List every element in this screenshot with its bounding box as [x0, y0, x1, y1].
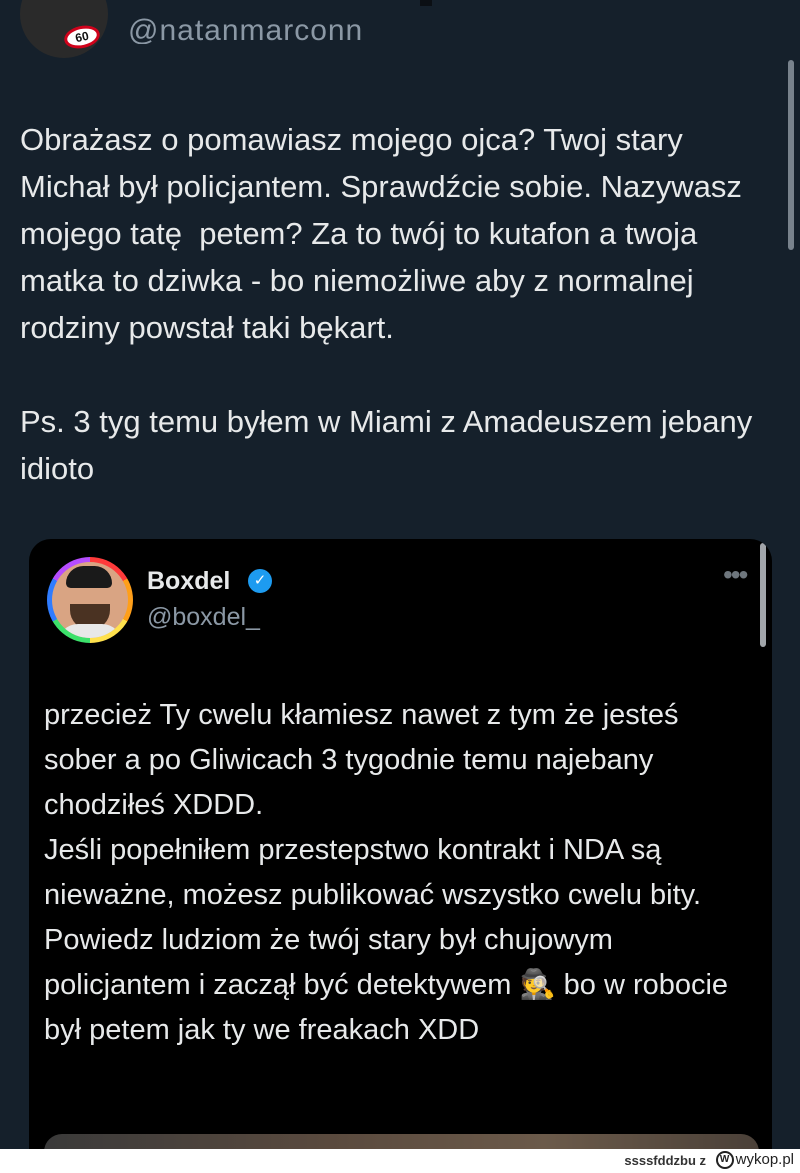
avatar-shirt: [58, 624, 122, 638]
author-handle[interactable]: @natanmarconn: [128, 14, 363, 44]
watermark-user: ssssfddzbu z: [624, 1153, 706, 1168]
main-scrollbar[interactable]: [788, 60, 794, 250]
quoted-tweet-card[interactable]: Boxdel ✓ @boxdel_ ••• przecież Ty cwelu …: [29, 539, 772, 1173]
wykop-logo: Wwykop.pl: [715, 1151, 794, 1170]
quote-scrollbar[interactable]: [760, 543, 766, 647]
more-options-icon[interactable]: •••: [723, 561, 748, 589]
tweet-body-text: Obrażasz o pomawiasz mojego ojca? Twoj s…: [20, 122, 753, 486]
verified-badge-icon: ✓: [248, 569, 272, 593]
quoted-display-name[interactable]: Boxdel: [147, 567, 230, 596]
top-edge-mark: [420, 0, 432, 6]
avatar-cap: [66, 566, 112, 588]
wykop-logo-icon: W: [715, 1151, 734, 1170]
author-handle-clip: @natanmarconn: [0, 0, 800, 44]
tweet-header: 60 @natanmarconn: [0, 0, 800, 70]
avatar-photo: [52, 562, 128, 638]
wykop-site-name: wykop.pl: [735, 1151, 794, 1168]
quoted-author-avatar[interactable]: [47, 557, 133, 643]
quoted-tweet-text: przecież Ty cwelu kłamiesz nawet z tym ż…: [44, 699, 729, 1046]
quoted-handle[interactable]: @boxdel_: [147, 603, 260, 632]
watermark-bar: ssssfddzbu z Wwykop.pl: [0, 1149, 800, 1173]
